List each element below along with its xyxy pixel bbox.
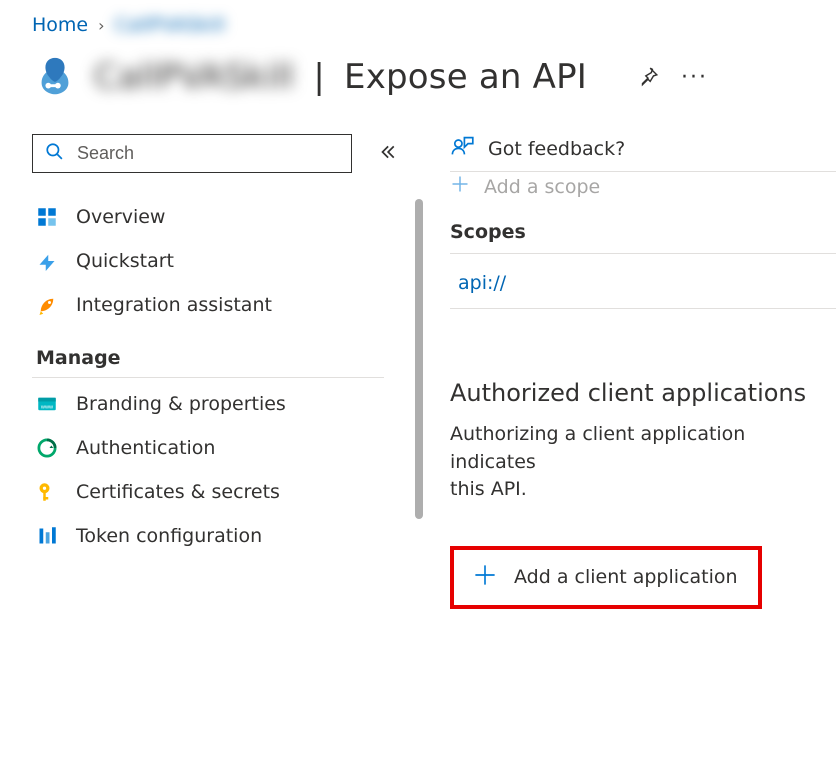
plus-icon <box>450 174 470 199</box>
page-title-label: Expose an API <box>344 57 587 97</box>
rocket-icon <box>36 294 58 316</box>
page-title-separator: | <box>313 57 325 97</box>
overview-icon <box>36 206 58 228</box>
collapse-sidebar-icon[interactable] <box>378 143 396 165</box>
branding-icon: www <box>36 393 58 415</box>
key-icon <box>36 481 58 503</box>
svg-text:www: www <box>40 404 54 410</box>
sidebar-item-quickstart[interactable]: Quickstart <box>32 239 382 283</box>
search-icon <box>45 142 63 165</box>
feedback-button[interactable]: Got feedback? <box>450 134 836 163</box>
page-title-row: CallPVASkill | Expose an API ··· <box>32 54 836 100</box>
sidebar-item-token-config[interactable]: Token configuration <box>32 514 382 558</box>
feedback-label: Got feedback? <box>488 138 625 160</box>
more-icon[interactable]: ··· <box>681 65 708 90</box>
add-client-application-button[interactable]: Add a client application <box>450 546 762 609</box>
search-input[interactable] <box>75 142 339 165</box>
sidebar-item-label: Integration assistant <box>76 294 272 316</box>
feedback-icon <box>450 134 474 163</box>
sidebar-item-branding[interactable]: www Branding & properties <box>32 382 382 426</box>
plus-icon <box>474 564 496 591</box>
breadcrumb-current[interactable]: CallPVASkill <box>115 14 226 36</box>
page-title: CallPVASkill | Expose an API <box>94 57 587 97</box>
breadcrumb-home[interactable]: Home <box>32 14 88 36</box>
add-scope-button[interactable]: Add a scope <box>450 174 836 199</box>
sidebar-item-label: Token configuration <box>76 525 262 547</box>
sidebar-item-overview[interactable]: Overview <box>32 195 382 239</box>
sidebar-scrollbar[interactable] <box>412 199 426 539</box>
breadcrumb: Home › CallPVASkill <box>32 14 836 36</box>
quickstart-icon <box>36 250 58 272</box>
scope-uri[interactable]: api:// <box>450 254 836 300</box>
add-client-label: Add a client application <box>514 566 738 588</box>
token-config-icon <box>36 525 58 547</box>
sidebar-item-certificates[interactable]: Certificates & secrets <box>32 470 382 514</box>
sidebar-item-label: Quickstart <box>76 250 174 272</box>
add-scope-label: Add a scope <box>484 176 600 198</box>
sidebar-item-label: Branding & properties <box>76 393 286 415</box>
sidebar-item-label: Authentication <box>76 437 215 459</box>
search-input-wrapper[interactable] <box>32 134 352 173</box>
sidebar-item-label: Overview <box>76 206 165 228</box>
sidebar-section-manage: Manage <box>32 327 384 378</box>
sidebar-nav: Overview Quickstart In <box>32 195 402 558</box>
chevron-right-icon: › <box>98 16 104 35</box>
scopes-heading: Scopes <box>450 221 836 243</box>
authorized-apps-description: Authorizing a client application indicat… <box>450 421 836 504</box>
sidebar-item-integration-assistant[interactable]: Integration assistant <box>32 283 382 327</box>
page-title-appname: CallPVASkill <box>94 57 294 97</box>
authentication-icon <box>36 437 58 459</box>
sidebar-item-label: Certificates & secrets <box>76 481 280 503</box>
sidebar-item-authentication[interactable]: Authentication <box>32 426 382 470</box>
sidebar: Overview Quickstart In <box>32 134 402 558</box>
authorized-apps-heading: Authorized client applications <box>450 379 836 407</box>
pin-icon[interactable] <box>637 66 659 88</box>
app-registration-icon <box>32 54 78 100</box>
main-content: Got feedback? Add a scope Scopes api:// … <box>402 134 836 609</box>
